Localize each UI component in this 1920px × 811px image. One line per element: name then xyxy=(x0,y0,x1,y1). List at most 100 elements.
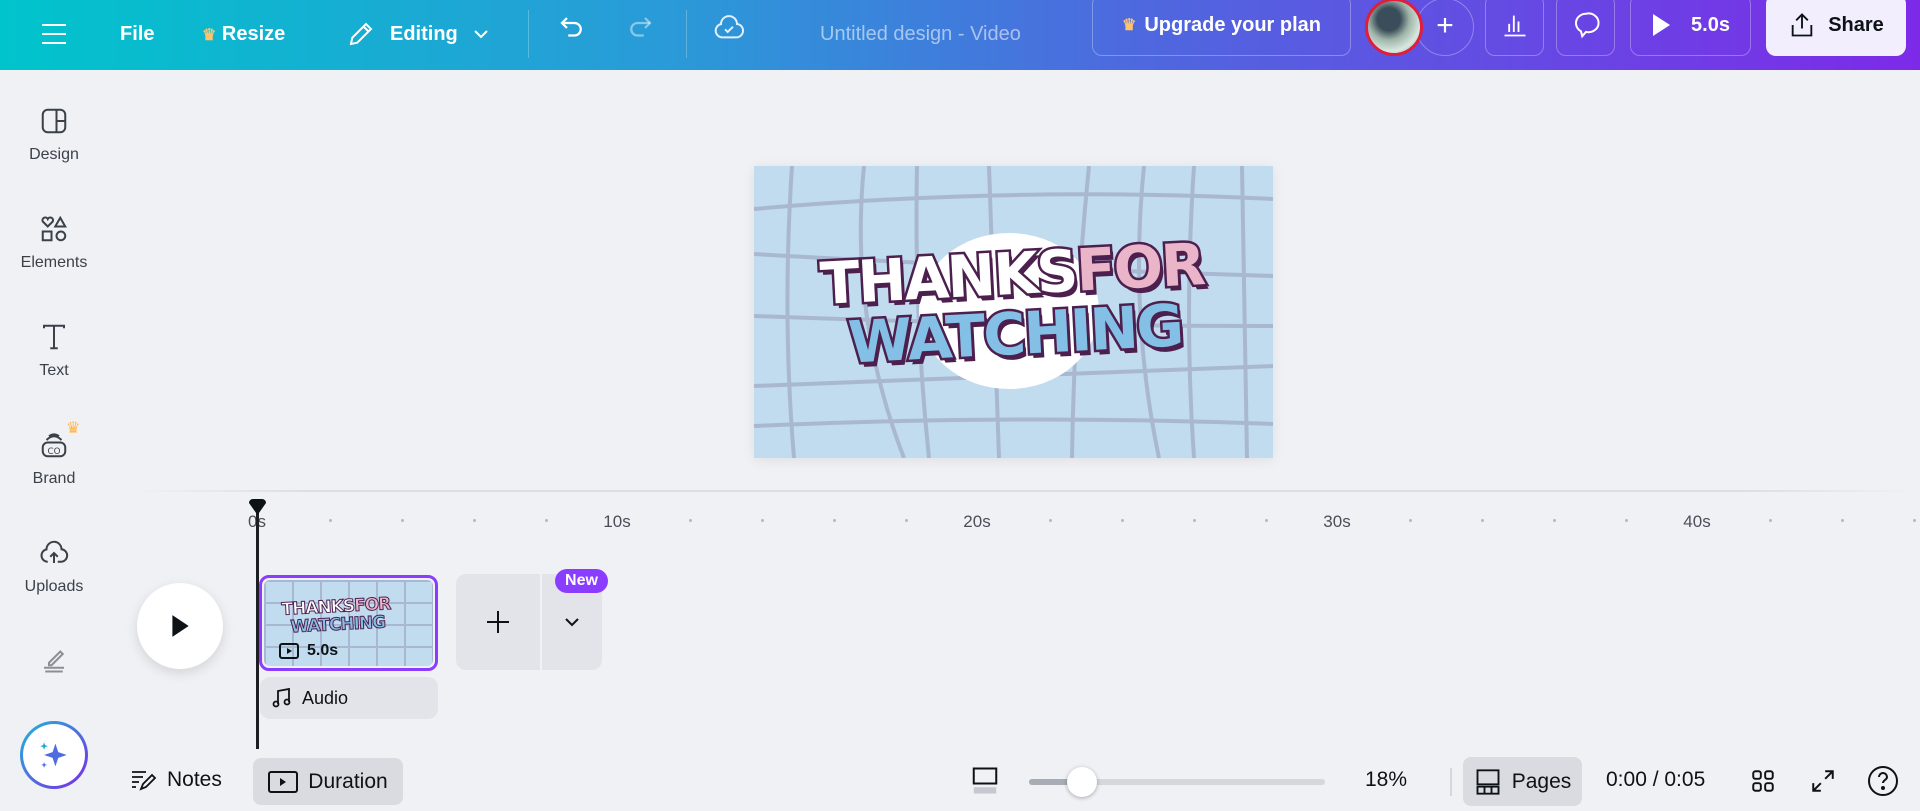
editing-label: Editing xyxy=(390,22,458,45)
ruler-dot xyxy=(689,519,692,522)
timeline-play-button[interactable] xyxy=(137,583,223,669)
grid-view-icon[interactable] xyxy=(1750,768,1776,794)
bar-chart-icon xyxy=(1504,15,1525,37)
divider xyxy=(1450,768,1452,796)
crown-icon: ♛ xyxy=(1121,17,1137,34)
avatar[interactable] xyxy=(1365,0,1423,56)
music-note-icon xyxy=(272,687,291,708)
help-icon[interactable] xyxy=(1867,765,1899,797)
clip-thumbnail-text: THANKSFOR WATCHING xyxy=(281,594,392,638)
pages-label: Pages xyxy=(1511,769,1572,793)
page-clip[interactable]: THANKSFOR WATCHING 5.0s xyxy=(259,575,438,671)
upgrade-plan-button[interactable]: ♛ Upgrade your plan xyxy=(1092,0,1351,56)
cloud-saved-icon[interactable] xyxy=(713,12,745,44)
pencil-icon xyxy=(349,22,373,46)
play-icon xyxy=(172,615,189,637)
text-icon xyxy=(43,324,65,350)
thumb-watching: WATCHING xyxy=(290,612,387,638)
sparkle-icon xyxy=(40,742,67,768)
present-button[interactable]: 5.0s xyxy=(1630,0,1751,56)
pages-button[interactable]: Pages xyxy=(1463,757,1582,806)
ruler-dot xyxy=(329,519,332,522)
undo-icon[interactable] xyxy=(557,13,587,43)
resize-button[interactable]: ♛ Resize xyxy=(202,23,285,46)
ruler-dot xyxy=(905,519,908,522)
redo-icon[interactable] xyxy=(625,13,655,43)
top-bar: File ♛ Resize Editing Untitled design - … xyxy=(0,0,1920,70)
ruler-dot xyxy=(401,519,404,522)
notes-icon xyxy=(132,771,157,791)
insights-button[interactable] xyxy=(1485,0,1544,56)
zoom-slider[interactable] xyxy=(1029,767,1325,797)
elements-icon xyxy=(41,215,67,242)
ruler-dot xyxy=(1121,519,1124,522)
zoom-percentage[interactable]: 18% xyxy=(1365,768,1407,792)
premium-crown-icon: ♛ xyxy=(66,420,81,437)
ruler-dot xyxy=(1049,519,1052,522)
share-label: Share xyxy=(1828,13,1884,36)
magic-ai-button[interactable] xyxy=(20,721,88,789)
present-duration: 5.0s xyxy=(1691,13,1730,36)
design-canvas[interactable]: THANKSFOR WATCHING xyxy=(754,166,1273,458)
fullscreen-icon[interactable] xyxy=(1810,768,1836,794)
sidebar-label: Text xyxy=(39,362,69,379)
video-icon xyxy=(268,770,299,793)
duration-label: Duration xyxy=(308,769,388,793)
ruler-dot xyxy=(1913,519,1916,522)
ruler-dot xyxy=(545,519,548,522)
sidebar-label: Brand xyxy=(32,470,76,487)
share-button[interactable]: Share xyxy=(1766,0,1906,56)
play-icon xyxy=(1653,14,1671,36)
sidebar-item-design[interactable]: Design xyxy=(0,106,108,164)
clip-duration: 5.0s xyxy=(307,642,339,659)
chevron-down-icon xyxy=(474,30,488,39)
duration-button[interactable]: Duration xyxy=(253,758,403,805)
add-collaborator-button[interactable]: + xyxy=(1416,0,1474,56)
document-title[interactable]: Untitled design - Video xyxy=(820,23,1021,46)
file-menu[interactable]: File xyxy=(120,23,154,46)
share-icon xyxy=(1791,13,1813,37)
ruler-dot xyxy=(473,519,476,522)
video-icon xyxy=(279,643,299,659)
comments-button[interactable] xyxy=(1556,0,1615,56)
sidebar-item-elements[interactable]: Elements xyxy=(0,214,108,272)
draw-icon[interactable] xyxy=(39,644,69,674)
ruler-tick-label: 30s xyxy=(1323,512,1351,531)
ruler-dot xyxy=(1769,519,1772,522)
sidebar-item-uploads[interactable]: Uploads xyxy=(0,538,108,596)
svg-text:CO: CO xyxy=(48,447,61,457)
brand-icon: CO xyxy=(41,433,67,458)
pages-icon xyxy=(1476,768,1500,795)
chevron-down-icon xyxy=(565,618,579,627)
menu-icon[interactable] xyxy=(42,24,66,44)
add-page-button[interactable] xyxy=(456,574,540,670)
sidebar-item-brand[interactable]: CO Brand xyxy=(0,430,108,488)
ruler-dot xyxy=(1409,519,1412,522)
plus-icon xyxy=(487,611,509,633)
editing-menu[interactable]: Editing xyxy=(346,19,490,49)
sidebar-label: Design xyxy=(29,146,79,163)
ruler-tick-label: 10s xyxy=(603,512,631,531)
audio-label: Audio xyxy=(302,687,349,708)
ruler-dot xyxy=(761,519,764,522)
ruler-dot xyxy=(1841,519,1844,522)
audio-track[interactable]: Audio xyxy=(260,677,438,719)
playhead-handle-icon[interactable] xyxy=(248,499,267,515)
new-badge: New xyxy=(555,569,608,593)
thumbnail-view-icon[interactable] xyxy=(970,766,1000,796)
upgrade-label: Upgrade your plan xyxy=(1144,13,1322,36)
ruler-dot xyxy=(1265,519,1268,522)
notes-button[interactable]: Notes xyxy=(131,768,222,792)
ruler-divider xyxy=(130,490,1920,492)
ruler-dot xyxy=(1553,519,1556,522)
ruler-tick-label: 20s xyxy=(963,512,991,531)
ruler-tick-label: 40s xyxy=(1683,512,1711,531)
zoom-slider-knob[interactable] xyxy=(1067,767,1097,797)
ruler-dot xyxy=(1625,519,1628,522)
resize-label: Resize xyxy=(221,23,286,45)
design-icon xyxy=(41,108,67,134)
ruler-dot xyxy=(1193,519,1196,522)
playback-time: 0:00 / 0:05 xyxy=(1606,768,1706,791)
sidebar-item-text[interactable]: Text xyxy=(0,322,108,380)
notes-label: Notes xyxy=(167,768,222,791)
